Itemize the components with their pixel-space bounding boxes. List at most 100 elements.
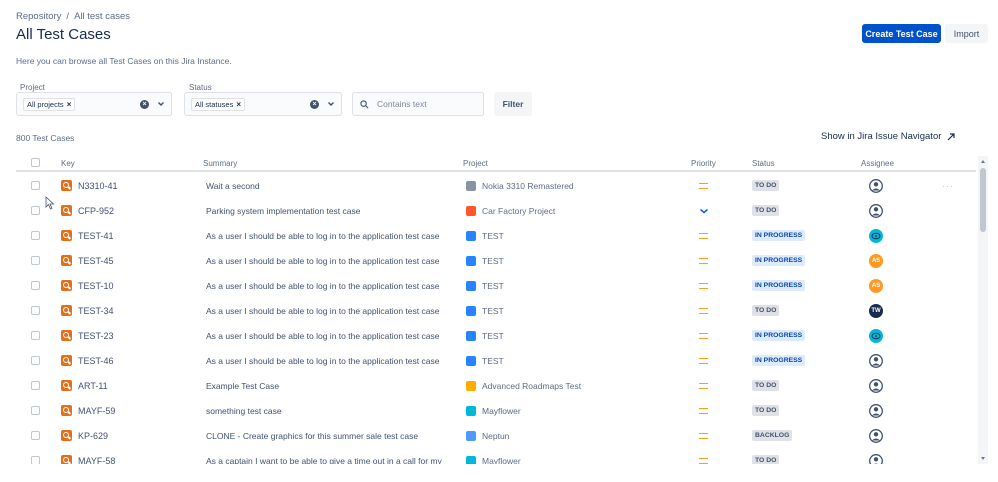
issue-key-link[interactable]: N3310-41 (78, 181, 118, 191)
row-checkbox[interactable] (31, 306, 40, 315)
column-header-assignee[interactable]: Assignee (861, 159, 894, 168)
summary-text[interactable]: As a user I should be able to log in to … (206, 306, 439, 316)
scroll-thumb[interactable] (980, 168, 986, 232)
issue-key-link[interactable]: KP-629 (78, 431, 108, 441)
status-badge: TO DO (752, 380, 780, 391)
table-row[interactable]: MAYF-58 As a captain I want to be able to… (16, 448, 976, 464)
issue-key-link[interactable]: TEST-46 (78, 356, 114, 366)
summary-text[interactable]: As a captain I want to be able to give a… (206, 456, 442, 465)
row-checkbox[interactable] (31, 231, 40, 240)
column-header-summary[interactable]: Summary (203, 159, 237, 168)
issue-key-link[interactable]: TEST-34 (78, 306, 114, 316)
row-checkbox[interactable] (31, 406, 40, 415)
summary-text[interactable]: something test case (206, 406, 282, 416)
search-field[interactable] (352, 92, 484, 116)
table-row[interactable]: TEST-46 As a user I should be able to log… (16, 348, 976, 373)
test-case-icon (61, 330, 72, 341)
scroll-down-icon[interactable] (981, 457, 985, 460)
user-avatar[interactable]: AS (869, 278, 883, 293)
issue-key-link[interactable]: TEST-41 (78, 231, 114, 241)
issue-key-link[interactable]: MAYF-58 (78, 456, 115, 465)
summary-text[interactable]: As a user I should be able to log in to … (206, 231, 439, 241)
project-cell: TEST (466, 223, 504, 248)
table-row[interactable]: TEST-10 As a user I should be able to log… (16, 273, 976, 298)
row-checkbox[interactable] (31, 281, 40, 290)
project-name: TEST (482, 330, 504, 341)
user-avatar-icon[interactable] (869, 228, 883, 243)
summary-text[interactable]: Parking system implementation test case (206, 206, 360, 216)
user-avatar[interactable]: TW (869, 303, 883, 318)
issue-key-link[interactable]: TEST-45 (78, 256, 114, 266)
default-avatar-icon[interactable] (869, 428, 883, 443)
default-avatar-icon[interactable] (869, 403, 883, 418)
remove-chip-icon[interactable]: × (236, 100, 241, 109)
default-avatar-icon[interactable] (869, 378, 883, 393)
summary-text[interactable]: Wait a second (206, 181, 260, 191)
column-header-status[interactable]: Status (752, 159, 775, 168)
table-row[interactable]: TEST-34 As a user I should be able to log… (16, 298, 976, 323)
default-avatar-icon[interactable] (869, 453, 883, 464)
default-avatar-icon[interactable] (869, 178, 883, 193)
status-badge: TO DO (752, 205, 780, 216)
table-row[interactable]: MAYF-59 something test case Mayflower TO DO (16, 398, 976, 423)
priority-cell (699, 373, 708, 398)
summary-text[interactable]: As a user I should be able to log in to … (206, 356, 439, 366)
chevron-down-icon[interactable] (157, 100, 165, 108)
default-avatar-icon[interactable] (869, 203, 883, 218)
import-button[interactable]: Import (945, 24, 988, 43)
priority-cell (699, 198, 709, 223)
status-badge: IN PROGRESS (752, 330, 806, 341)
summary-text[interactable]: As a user I should be able to log in to … (206, 256, 439, 266)
remove-chip-icon[interactable]: × (67, 100, 72, 109)
issue-key-link[interactable]: CFP-952 (78, 206, 114, 216)
summary-text[interactable]: Example Test Case (206, 381, 279, 391)
table-row[interactable]: TEST-23 As a user I should be able to log… (16, 323, 976, 348)
project-select[interactable]: All projects × × (16, 92, 172, 116)
clear-icon[interactable]: × (140, 99, 149, 109)
summary-text[interactable]: As a user I should be able to log in to … (206, 281, 439, 291)
row-checkbox-cell (31, 348, 40, 373)
row-checkbox[interactable] (31, 331, 40, 340)
summary-text[interactable]: As a user I should be able to log in to … (206, 331, 439, 341)
status-select[interactable]: All statuses × × (184, 92, 342, 116)
column-header-priority[interactable]: Priority (691, 159, 716, 168)
status-badge: TO DO (752, 455, 780, 464)
create-test-case-button[interactable]: Create Test Case (862, 24, 941, 43)
row-checkbox[interactable] (31, 381, 40, 390)
table-row[interactable]: ART-11 Example Test Case Advanced Roadmaps… (16, 373, 976, 398)
filter-button[interactable]: Filter (494, 92, 532, 116)
table-row[interactable]: TEST-45 As a user I should be able to log… (16, 248, 976, 273)
table-row[interactable]: CFP-952 Parking system implementation tes… (16, 198, 976, 223)
clear-icon[interactable]: × (310, 99, 319, 109)
scroll-up-icon[interactable] (981, 160, 985, 163)
issue-key-link[interactable]: ART-11 (78, 381, 108, 391)
issue-navigator-link[interactable]: Show in Jira Issue Navigator (821, 131, 955, 142)
search-input[interactable] (377, 99, 472, 109)
table-row[interactable]: TEST-41 As a user I should be able to log… (16, 223, 976, 248)
table-row[interactable]: KP-629 CLONE - Create graphics for this s… (16, 423, 976, 448)
row-checkbox[interactable] (31, 256, 40, 265)
column-header-key[interactable]: Key (61, 159, 75, 168)
row-checkbox[interactable] (31, 431, 40, 440)
external-link-icon[interactable] (947, 132, 955, 141)
issue-key-link[interactable]: MAYF-59 (78, 406, 115, 416)
user-avatar-icon[interactable] (869, 328, 883, 343)
issue-key-link[interactable]: TEST-10 (78, 281, 114, 291)
select-all-checkbox[interactable] (31, 158, 40, 167)
user-avatar[interactable]: AS (869, 253, 883, 268)
row-checkbox[interactable] (31, 206, 40, 215)
default-avatar-icon[interactable] (869, 353, 883, 368)
breadcrumb-item-current[interactable]: All test cases (74, 11, 130, 22)
column-header-project[interactable]: Project (463, 159, 488, 168)
issue-key-link[interactable]: TEST-23 (78, 331, 114, 341)
issue-navigator-label[interactable]: Show in Jira Issue Navigator (821, 131, 941, 142)
vertical-scrollbar[interactable] (978, 156, 988, 464)
breadcrumb-item-repository[interactable]: Repository (16, 11, 61, 22)
table-row[interactable]: N3310-41 Wait a second Nokia 3310 Remaster… (16, 173, 976, 198)
row-checkbox[interactable] (31, 356, 40, 365)
row-checkbox[interactable] (31, 181, 40, 190)
more-horizontal-icon[interactable]: ··· (942, 181, 954, 191)
summary-text[interactable]: CLONE - Create graphics for this summer … (206, 431, 418, 441)
row-checkbox[interactable] (31, 456, 40, 464)
chevron-down-icon[interactable] (327, 100, 335, 108)
